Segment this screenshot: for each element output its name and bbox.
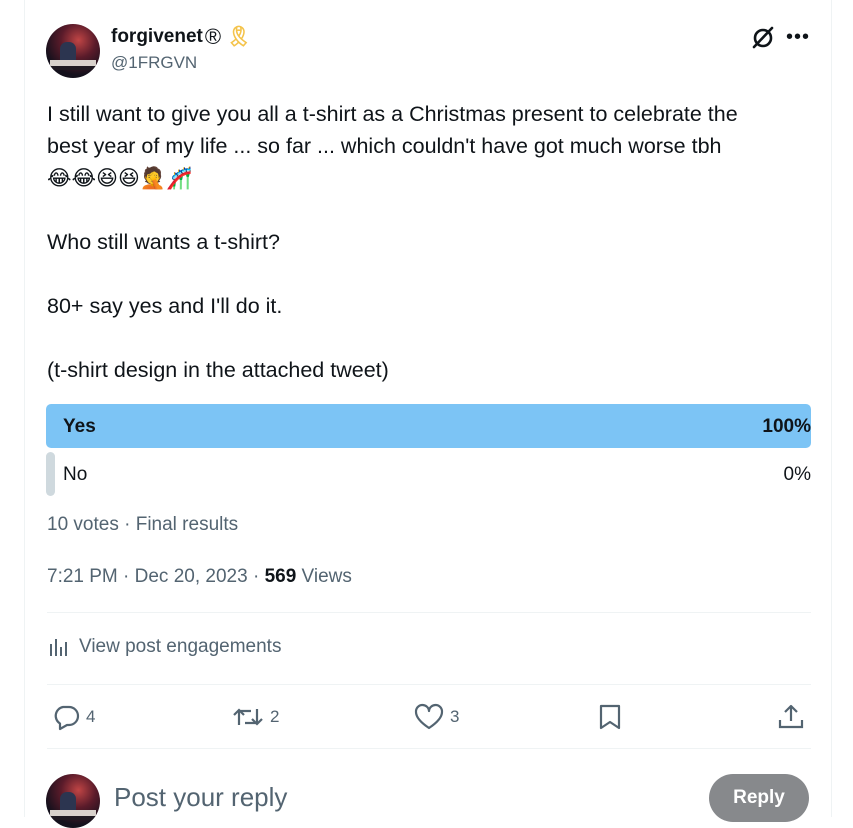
divider-bottom [47, 748, 811, 749]
poll-bar-yes [46, 404, 811, 448]
post-text-line-2: best year of my life ... so far ... whic… [47, 134, 722, 158]
views-count: 569 [264, 566, 297, 587]
post-emoji-line: 😂😂😆😆🤦🎢 [47, 166, 193, 190]
reply-icon [54, 705, 80, 731]
reply-button[interactable]: Reply [709, 774, 809, 822]
view-engagements-link[interactable]: View post engagements [47, 636, 281, 658]
reply-count: 4 [86, 707, 96, 726]
timestamp-text[interactable]: 7:21 PM · Dec 20, 2023 · [47, 566, 265, 587]
current-user-avatar[interactable] [46, 774, 100, 828]
like-count: 3 [450, 707, 460, 726]
poll-percent-yes: 100% [762, 416, 811, 437]
post-question: Who still wants a t-shirt? [47, 230, 280, 254]
repost-icon [233, 708, 263, 726]
analytics-icon [50, 639, 67, 656]
repost-count: 2 [270, 707, 280, 726]
author-handle[interactable]: @1FRGVN [111, 53, 251, 73]
author-name-row[interactable]: forgivenet ® 🎗 [111, 24, 252, 49]
poll-percent-no: 0% [783, 464, 811, 485]
share-action[interactable] [777, 703, 805, 731]
grok-icon[interactable] [750, 24, 776, 50]
author-name[interactable]: forgivenet [111, 26, 203, 48]
bookmark-action[interactable] [598, 703, 622, 731]
post-timestamp: 7:21 PM · Dec 20, 2023 · 569 Views [47, 566, 352, 588]
bookmark-icon [599, 704, 621, 730]
poll-label-yes: Yes [63, 416, 96, 437]
post-condition: 80+ say yes and I'll do it. [47, 294, 283, 318]
post-text-line-1: I still want to give you all a t-shirt a… [47, 102, 738, 126]
more-icon[interactable]: ••• [786, 26, 810, 49]
views-label: Views [296, 566, 352, 587]
post-text: I still want to give you all a t-shirt a… [47, 98, 827, 386]
divider-top [47, 612, 811, 613]
poll-summary: 10 votes · Final results [47, 514, 239, 535]
registered-mark: ® [204, 24, 222, 49]
divider-middle [47, 684, 811, 685]
like-icon [414, 703, 444, 730]
poll-option-no: No 0% [46, 452, 811, 496]
poll-bar-no [46, 452, 56, 496]
like-action[interactable]: 3 [414, 703, 459, 731]
author-avatar[interactable] [46, 24, 100, 78]
ribbon-icon: 🎗 [226, 26, 252, 48]
post-note: (t-shirt design in the attached tweet) [47, 358, 389, 382]
poll-option-yes: Yes 100% [46, 404, 811, 448]
share-icon [778, 704, 804, 729]
poll-label-no: No [63, 464, 88, 485]
reply-action[interactable]: 4 [52, 703, 95, 731]
author-block: forgivenet ® 🎗 @1FRGVN [111, 26, 251, 73]
reply-input[interactable]: Post your reply [114, 782, 287, 813]
repost-action[interactable]: 2 [232, 703, 279, 731]
view-engagements-label: View post engagements [79, 636, 282, 657]
